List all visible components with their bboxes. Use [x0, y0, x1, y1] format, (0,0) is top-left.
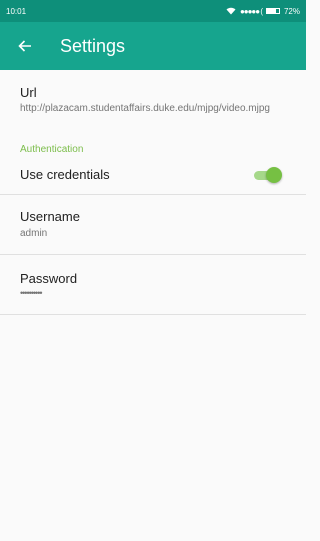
- battery-text: 72%: [283, 6, 300, 16]
- wifi-icon: [226, 7, 236, 15]
- username-preference[interactable]: Username admin: [0, 195, 306, 255]
- status-icons: ●●●●● ( 72%: [226, 7, 300, 16]
- username-title: Username: [20, 209, 80, 224]
- toggle-thumb: [266, 166, 282, 183]
- password-title: Password: [20, 271, 78, 286]
- app-bar: Settings: [0, 22, 306, 70]
- back-button[interactable]: [4, 22, 46, 70]
- status-time: 10:01: [6, 6, 27, 16]
- password-value: ••••••••••: [20, 288, 43, 298]
- url-title: Url: [20, 85, 37, 100]
- url-value: http://plazacam.studentaffairs.duke.edu/…: [20, 103, 270, 114]
- battery-level: [266, 9, 276, 13]
- url-preference[interactable]: Url http://plazacam.studentaffairs.duke.…: [0, 70, 306, 137]
- signal-strength-icon: ●●●●● (: [239, 6, 263, 16]
- authentication-category-header: Authentication: [20, 144, 84, 155]
- arrow-left-icon: [18, 40, 31, 52]
- password-preference[interactable]: Password ••••••••••: [0, 255, 306, 315]
- status-bar: 10:01 ●●●●● ( 72%: [0, 0, 306, 22]
- battery-icon: [265, 8, 280, 14]
- use-credentials-title: Use credentials: [20, 167, 110, 182]
- page-title: Settings: [60, 35, 126, 56]
- username-value: admin: [20, 228, 48, 239]
- use-credentials-toggle[interactable]: [252, 166, 282, 183]
- settings-list: Url http://plazacam.studentaffairs.duke.…: [0, 70, 306, 315]
- use-credentials-preference[interactable]: Use credentials: [0, 155, 306, 195]
